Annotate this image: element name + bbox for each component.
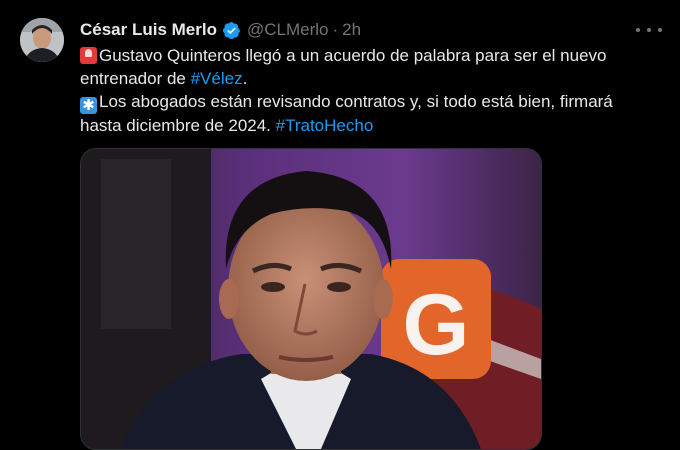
tweet-line-2-end: .: [242, 69, 248, 88]
avatar-image: [20, 18, 64, 62]
author-name[interactable]: César Luis Merlo: [80, 19, 217, 41]
tweet-line-2: entrenador de #Vélez.: [80, 67, 665, 90]
hashtag-velez-link[interactable]: #Vélez: [191, 69, 243, 88]
hashtag-tratohecho-link[interactable]: #TratoHecho: [276, 116, 374, 135]
author-avatar[interactable]: [20, 18, 64, 62]
author-handle[interactable]: @CLMerlo: [247, 19, 329, 41]
more-options-icon[interactable]: [636, 20, 662, 40]
verified-badge-icon: [222, 21, 241, 39]
overlay-letter: G: [403, 277, 470, 373]
tweet-line-3: ✱ Los abogados están revisando contratos …: [80, 90, 665, 114]
asterisk-emoji: ✱: [80, 97, 97, 114]
tweet-line-4-text: hasta diciembre de 2024.: [80, 116, 276, 135]
coach-photo: G: [81, 149, 541, 449]
tweet-header: César Luis Merlo @CLMerlo · 2h: [80, 19, 361, 41]
tweet-line-3-text: Los abogados están revisando contratos y…: [99, 92, 613, 111]
tweet-line-1-text: Gustavo Quinteros llegó a un acuerdo de …: [99, 46, 607, 65]
tweet-timestamp[interactable]: 2h: [342, 19, 361, 41]
separator-dot: ·: [332, 20, 339, 39]
tweet-media-image[interactable]: G: [80, 148, 542, 450]
tweet-text: Gustavo Quinteros llegó a un acuerdo de …: [80, 44, 665, 137]
police-siren-emoji: [80, 47, 97, 64]
tweet-line-4: hasta diciembre de 2024. #TratoHecho: [80, 114, 665, 137]
tweet-line-2-text: entrenador de: [80, 69, 191, 88]
tweet-line-1: Gustavo Quinteros llegó a un acuerdo de …: [80, 44, 665, 67]
tweet-card[interactable]: César Luis Merlo @CLMerlo · 2h Gustavo Q…: [0, 0, 680, 450]
